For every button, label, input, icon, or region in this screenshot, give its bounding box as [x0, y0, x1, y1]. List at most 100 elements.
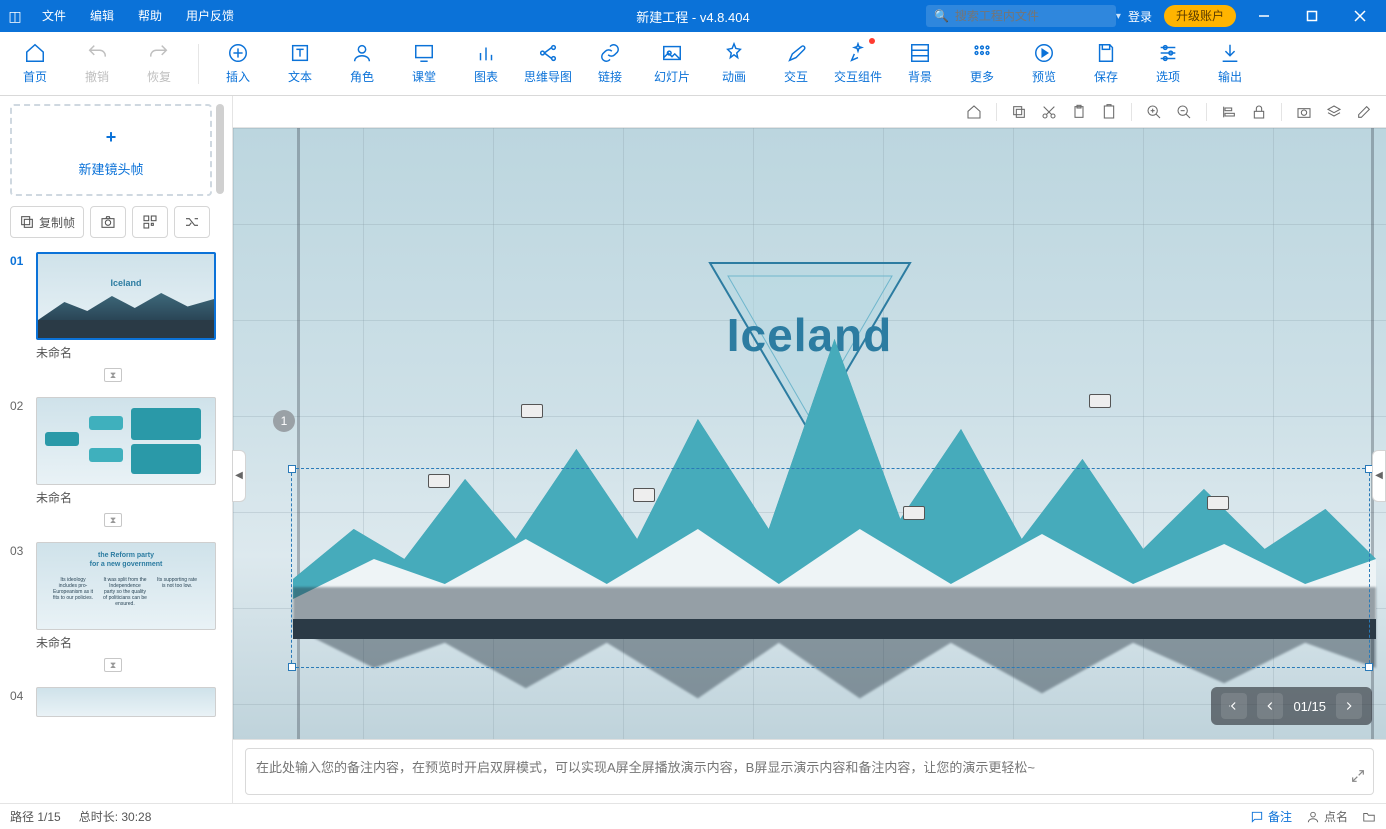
qr-button[interactable] [132, 206, 168, 238]
ribbon-save[interactable]: 保存 [1075, 32, 1137, 95]
search-box[interactable]: 🔍 ▾ [926, 5, 1116, 27]
search-icon: 🔍 [934, 9, 949, 23]
login-link[interactable]: 登录 [1124, 8, 1156, 25]
ribbon-text[interactable]: 文本 [269, 32, 331, 95]
notes-panel [233, 739, 1386, 803]
slide-item-1[interactable]: 01 Iceland 未命名 ⧗ [10, 252, 216, 391]
ribbon-insert[interactable]: 插入 [207, 32, 269, 95]
shuffle-button[interactable] [174, 206, 210, 238]
menu-feedback[interactable]: 用户反馈 [174, 0, 246, 32]
ct-clipboard-icon[interactable] [1097, 100, 1121, 124]
frame-marker[interactable] [521, 404, 543, 418]
status-rollcall-button[interactable]: 点名 [1306, 808, 1348, 825]
link-icon [599, 42, 621, 64]
ribbon-interact[interactable]: 交互 [765, 32, 827, 95]
mindmap-icon [537, 42, 559, 64]
nav-next-button[interactable] [1336, 693, 1362, 719]
slide-sidebar: + 新建镜头帧 复制帧 01 Iceland 未命名 ⧗ 02 [0, 96, 233, 803]
selection-box[interactable] [291, 468, 1370, 668]
ribbon-link[interactable]: 链接 [579, 32, 641, 95]
notes-expand-button[interactable] [1350, 768, 1366, 789]
slide-timer-icon[interactable]: ⧗ [10, 653, 216, 681]
status-folder-button[interactable] [1362, 810, 1376, 824]
board-icon [413, 42, 435, 64]
ribbon-anim-label: 动画 [722, 68, 746, 85]
ct-layers-icon[interactable] [1322, 100, 1346, 124]
slide-thumbnail[interactable]: Iceland [36, 252, 216, 340]
upgrade-button[interactable]: 升级账户 [1164, 5, 1236, 27]
menu-edit[interactable]: 编辑 [78, 0, 126, 32]
new-frame-button[interactable]: + 新建镜头帧 [10, 104, 212, 196]
ribbon-mindmap[interactable]: 思维导图 [517, 32, 579, 95]
collapse-right-handle[interactable]: ◀ [1372, 450, 1386, 502]
ct-cut-icon[interactable] [1037, 100, 1061, 124]
slide-item-3[interactable]: 03 the Reform partyfor a new government … [10, 542, 216, 681]
interact-icon [785, 42, 807, 64]
ribbon-mindmap-label: 思维导图 [524, 68, 572, 85]
ct-home-icon[interactable] [962, 100, 986, 124]
animation-icon [723, 42, 745, 64]
ribbon-slide-label: 幻灯片 [654, 68, 690, 85]
ribbon-export[interactable]: 输出 [1199, 32, 1261, 95]
slide-item-4[interactable]: 04 [10, 687, 216, 717]
slide-thumbnail[interactable] [36, 397, 216, 485]
ribbon-redo[interactable]: 恢复 [128, 32, 190, 95]
slide-icon [661, 42, 683, 64]
sidebar-scrollbar[interactable] [216, 104, 224, 194]
ct-align-icon[interactable] [1217, 100, 1241, 124]
ct-zoom-in-icon[interactable] [1142, 100, 1166, 124]
ribbon-home[interactable]: 首页 [4, 32, 66, 95]
close-button[interactable] [1340, 0, 1380, 32]
chevron-down-icon[interactable]: ▾ [1116, 11, 1121, 22]
ribbon-text-label: 文本 [288, 68, 312, 85]
ribbon-preview[interactable]: 预览 [1013, 32, 1075, 95]
canvas-wrap: 1 Iceland [233, 96, 1386, 803]
maximize-button[interactable] [1292, 0, 1332, 32]
ribbon-bg-label: 背景 [908, 68, 932, 85]
chart-icon [475, 42, 497, 64]
slide-thumbnail[interactable]: the Reform partyfor a new government Its… [36, 542, 216, 630]
ribbon-redo-label: 恢复 [147, 68, 171, 85]
ribbon-more-label: 更多 [970, 68, 994, 85]
nav-back-button[interactable] [1221, 693, 1247, 719]
slide-thumbnail[interactable] [36, 687, 216, 717]
ct-lock-icon[interactable] [1247, 100, 1271, 124]
ct-copy-icon[interactable] [1007, 100, 1031, 124]
collapse-left-handle[interactable]: ◀ [232, 450, 246, 502]
menu-help[interactable]: 帮助 [126, 0, 174, 32]
frame-marker[interactable] [1089, 394, 1111, 408]
search-input[interactable] [955, 9, 1110, 23]
ribbon-anim[interactable]: 动画 [703, 32, 765, 95]
slide-timer-icon[interactable]: ⧗ [10, 363, 216, 391]
ribbon-option[interactable]: 选项 [1137, 32, 1199, 95]
ribbon-slide[interactable]: 幻灯片 [641, 32, 703, 95]
slide-list[interactable]: 01 Iceland 未命名 ⧗ 02 未命名 ⧗ [10, 252, 222, 803]
ribbon-more[interactable]: 更多 [951, 32, 1013, 95]
play-icon [1033, 42, 1055, 64]
copy-frame-button[interactable]: 复制帧 [10, 206, 84, 238]
ribbon-role[interactable]: 角色 [331, 32, 393, 95]
status-bar: 路径 1/15 总时长: 30:28 备注 点名 [0, 803, 1386, 829]
slide-timer-icon[interactable]: ⧗ [10, 508, 216, 536]
ribbon-undo[interactable]: 撤销 [66, 32, 128, 95]
ct-paste-icon[interactable] [1067, 100, 1091, 124]
menu-file[interactable]: 文件 [30, 0, 78, 32]
notes-textarea[interactable] [245, 748, 1374, 795]
camera-button[interactable] [90, 206, 126, 238]
slide-item-2[interactable]: 02 未命名 ⧗ [10, 397, 216, 536]
ribbon-undo-label: 撤销 [85, 68, 109, 85]
ribbon-chart[interactable]: 图表 [455, 32, 517, 95]
redo-icon [148, 42, 170, 64]
ct-zoom-out-icon[interactable] [1172, 100, 1196, 124]
nav-prev-button[interactable] [1257, 693, 1283, 719]
canvas-stage[interactable]: 1 Iceland [233, 128, 1386, 739]
ribbon-class[interactable]: 课堂 [393, 32, 455, 95]
ribbon-background[interactable]: 背景 [889, 32, 951, 95]
status-duration: 总时长: 30:28 [79, 808, 152, 825]
status-remark-button[interactable]: 备注 [1250, 808, 1292, 825]
ct-edit-icon[interactable] [1352, 100, 1376, 124]
ct-snapshot-icon[interactable] [1292, 100, 1316, 124]
minimize-button[interactable] [1244, 0, 1284, 32]
ribbon-separator [198, 44, 199, 84]
ribbon-interact-component[interactable]: 交互组件 [827, 32, 889, 95]
